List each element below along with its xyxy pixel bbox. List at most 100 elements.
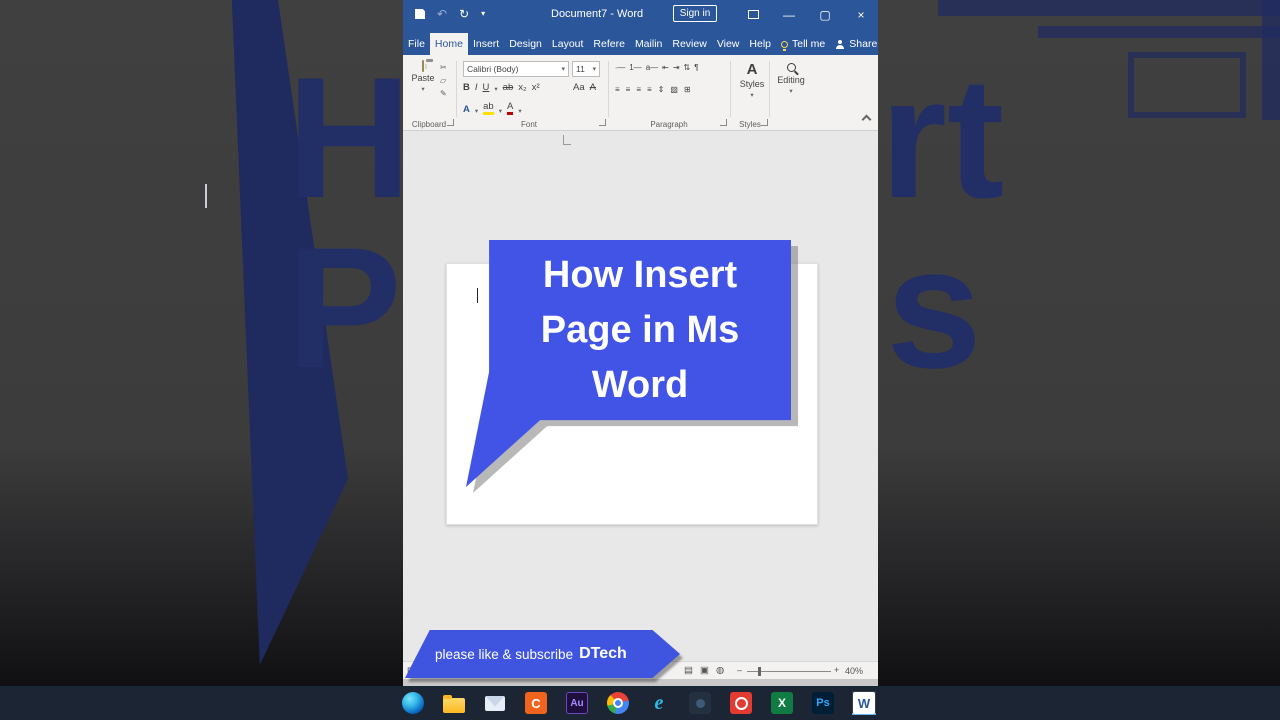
dropdown-arrow-icon[interactable]: ▾ [499, 107, 502, 115]
bold-button[interactable]: B [463, 82, 470, 93]
styles-icon: A [746, 61, 758, 78]
edge-icon[interactable] [401, 691, 425, 715]
excel-icon[interactable]: X [770, 691, 794, 715]
dropdown-arrow-icon: ▾ [561, 66, 565, 73]
increase-indent-button[interactable]: ⇥ [673, 63, 680, 72]
quick-access-toolbar: ↶ ↻ ▾ [415, 8, 485, 20]
zoom-level-value[interactable]: 40% [845, 666, 863, 676]
subscribe-banner-text: please like & subscribe [435, 646, 574, 662]
red-app-icon[interactable] [729, 691, 753, 715]
styles-dialog-launcher[interactable] [761, 119, 768, 126]
chrome-icon[interactable] [606, 691, 630, 715]
font-name-combobox[interactable]: Calibri (Body) ▾ [463, 61, 569, 77]
tab-home[interactable]: Home [429, 33, 468, 55]
minimize-button[interactable]: — [776, 0, 802, 29]
format-painter-icon[interactable]: ✎ [440, 89, 447, 98]
ribbon-display-options-icon[interactable] [740, 0, 766, 29]
dark-app-icon[interactable] [688, 691, 712, 715]
font-dialog-launcher[interactable] [599, 119, 606, 126]
file-explorer-icon[interactable] [442, 691, 466, 715]
italic-button[interactable]: I [475, 82, 478, 93]
save-icon[interactable] [415, 9, 425, 19]
tab-references[interactable]: Refere [588, 33, 630, 55]
zoom-in-button[interactable]: + [834, 665, 839, 675]
sign-in-button[interactable]: Sign in [673, 5, 717, 22]
tab-review[interactable]: Review [667, 33, 711, 55]
editing-button[interactable]: Editing ▾ [774, 63, 808, 95]
font-buttons-row1-extra: Aa A [573, 82, 596, 93]
maximize-button[interactable]: ▢ [812, 0, 838, 29]
tab-design[interactable]: Design [504, 33, 547, 55]
web-layout-icon[interactable]: ◍ [716, 665, 724, 676]
superscript-button[interactable]: x² [532, 82, 540, 93]
tell-me-button[interactable]: Tell me [776, 33, 830, 55]
align-center-button[interactable]: ≡ [626, 85, 631, 94]
lightbulb-icon [781, 40, 788, 51]
undo-icon[interactable]: ↶ [437, 8, 447, 20]
dropdown-arrow-icon[interactable]: ▾ [494, 85, 497, 93]
dropdown-arrow-icon[interactable]: ▾ [475, 107, 478, 115]
change-case-button[interactable]: Aa [573, 82, 585, 93]
text-effects-button[interactable]: A [463, 104, 470, 115]
align-left-button[interactable]: ≡ [615, 85, 620, 94]
edge-logo [402, 692, 424, 714]
strikethrough-button[interactable]: ab [503, 82, 514, 93]
word-icon[interactable]: W [852, 691, 876, 715]
callout-bubble: How Insert Page in Ms Word [466, 240, 791, 487]
cut-icon[interactable]: ✂ [440, 63, 447, 72]
paste-button[interactable]: Paste ▾ [409, 60, 437, 93]
photoshop-icon[interactable]: Ps [811, 691, 835, 715]
audition-icon[interactable]: Au [565, 691, 589, 715]
dropdown-arrow-icon[interactable]: ▾ [518, 107, 521, 115]
tab-mailings[interactable]: Mailin [630, 33, 667, 55]
taskbar-icons: C Au e X Ps W [401, 691, 876, 715]
bullets-button[interactable]: ∙— [615, 63, 625, 72]
tab-insert[interactable]: Insert [468, 33, 504, 55]
underline-button[interactable]: U [483, 82, 490, 93]
clear-formatting-button[interactable]: A [590, 82, 596, 93]
callout-line: Page in Ms [540, 308, 740, 351]
background-ui-fragment [1038, 26, 1280, 38]
line-spacing-button[interactable]: ⇕ [658, 85, 665, 94]
window-controls: — ▢ × [740, 0, 874, 29]
mail-icon[interactable] [483, 691, 507, 715]
tab-file[interactable]: File [403, 33, 430, 55]
au-glyph: Au [566, 692, 588, 714]
show-formatting-marks-button[interactable]: ¶ [694, 63, 698, 72]
subscript-button[interactable]: x₂ [518, 82, 526, 93]
decrease-indent-button[interactable]: ⇤ [662, 63, 669, 72]
close-button[interactable]: × [848, 0, 874, 29]
print-layout-icon[interactable]: ▣ [700, 665, 709, 676]
background-ui-fragment [1128, 52, 1246, 118]
tell-me-label: Tell me [792, 38, 826, 50]
paragraph-buttons-row1: ∙— 1— a— ⇤ ⇥ ⇅ ¶ [615, 63, 699, 72]
paragraph-dialog-launcher[interactable] [720, 119, 727, 126]
tab-layout[interactable]: Layout [547, 33, 589, 55]
multilevel-list-button[interactable]: a— [646, 63, 658, 72]
sort-button[interactable]: ⇅ [684, 63, 691, 72]
shading-button[interactable]: ▨ [670, 85, 678, 94]
numbering-button[interactable]: 1— [629, 63, 641, 72]
zoom-slider-thumb[interactable] [758, 667, 761, 676]
customize-qat-icon[interactable]: ▾ [481, 10, 485, 18]
align-right-button[interactable]: ≡ [636, 85, 641, 94]
share-button[interactable]: Share [830, 33, 885, 55]
borders-button[interactable]: ⊞ [684, 85, 691, 94]
copy-icon[interactable]: ▱ [440, 76, 447, 85]
collapse-ribbon-icon[interactable] [861, 114, 872, 125]
styles-button[interactable]: A Styles ▾ [737, 61, 767, 99]
redo-icon[interactable]: ↻ [459, 8, 469, 20]
internet-explorer-icon[interactable]: e [647, 691, 671, 715]
read-mode-icon[interactable]: ▤ [684, 665, 693, 676]
ie-glyph: e [654, 691, 664, 714]
highlight-color-button[interactable]: ab [483, 102, 494, 115]
font-size-combobox[interactable]: 11 ▾ [572, 61, 600, 77]
clipboard-dialog-launcher[interactable] [447, 119, 454, 126]
tab-view[interactable]: View [712, 33, 745, 55]
tab-help[interactable]: Help [744, 33, 776, 55]
orange-c-app-icon[interactable]: C [524, 691, 548, 715]
justify-button[interactable]: ≡ [647, 85, 652, 94]
callout-line: Word [591, 363, 689, 406]
font-color-button[interactable]: A [506, 102, 514, 115]
zoom-out-button[interactable]: – [737, 665, 742, 675]
